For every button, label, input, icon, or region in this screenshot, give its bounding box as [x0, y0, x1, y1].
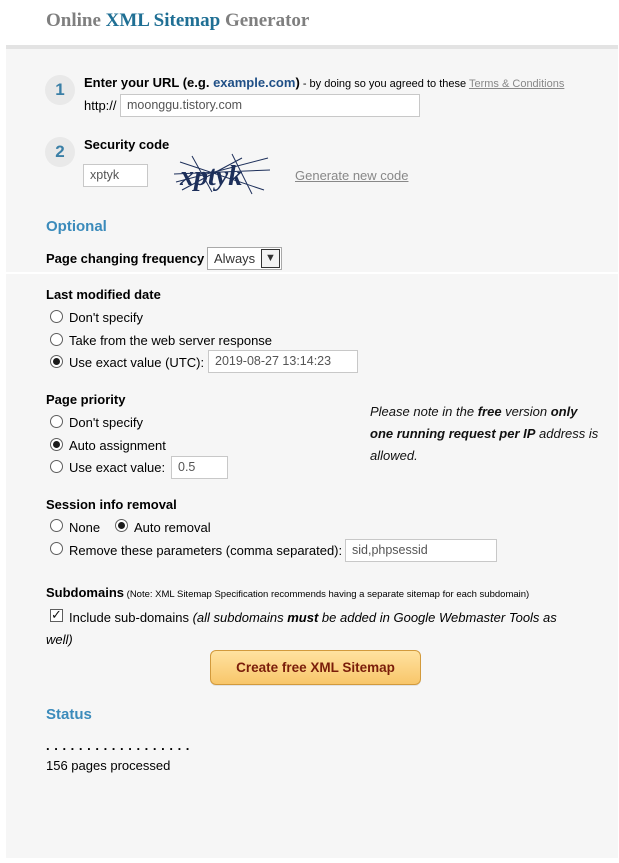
- session-remove-label: Remove these parameters (comma separated…: [69, 543, 343, 558]
- frequency-value: Always: [214, 251, 256, 266]
- url-input[interactable]: moonggu.tistory.com: [120, 94, 420, 117]
- session-none-label: None: [69, 520, 101, 535]
- security-code-input[interactable]: xptyk: [83, 164, 148, 187]
- title-part-2: Generator: [220, 10, 310, 31]
- note-text: version: [501, 404, 551, 419]
- page-title: Online XML Sitemap Generator: [46, 10, 309, 32]
- lastmod-option-label: Take from the web server response: [69, 333, 273, 348]
- lastmod-option-label: Don't specify: [69, 310, 144, 325]
- terms-link[interactable]: Terms & Conditions: [469, 78, 564, 90]
- subdomains-hint-bold: must: [287, 610, 319, 625]
- agree-text: - by doing so you agreed to these: [299, 78, 469, 90]
- session-auto-radio[interactable]: [115, 519, 128, 532]
- priority-heading: Page priority: [46, 392, 126, 407]
- status-processed-text: 156 pages processed: [46, 758, 171, 773]
- session-params-input[interactable]: sid,phpsessid: [345, 539, 497, 562]
- title-accent: XML Sitemap: [105, 10, 221, 31]
- lastmod-exact-value-radio[interactable]: [50, 355, 63, 368]
- url-example: example.com: [213, 75, 296, 90]
- free-version-note: Please note in the free version only one…: [370, 401, 600, 467]
- session-heading: Session info removal: [46, 497, 177, 512]
- captcha-image: xptyk: [173, 153, 271, 195]
- session-none-radio[interactable]: [50, 519, 63, 532]
- note-text: Please note in the: [370, 404, 478, 419]
- include-subdomains-text: Include sub-domains: [69, 610, 193, 625]
- lastmod-dont-specify-radio[interactable]: [50, 310, 63, 323]
- subdomains-title: Subdomains: [46, 585, 125, 600]
- priority-option-label: Don't specify: [69, 415, 144, 430]
- create-sitemap-button[interactable]: Create free XML Sitemap: [210, 650, 421, 685]
- status-heading: Status: [46, 706, 92, 723]
- generate-new-code-link[interactable]: Generate new code: [295, 168, 408, 183]
- url-prefix: http://: [84, 98, 117, 113]
- priority-dont-specify-radio[interactable]: [50, 415, 63, 428]
- title-part-1: Online: [46, 10, 106, 31]
- subdomains-hint: (all subdomains: [192, 610, 288, 625]
- priority-auto-radio[interactable]: [50, 438, 63, 451]
- priority-exact-radio[interactable]: [50, 460, 63, 473]
- include-subdomains-label: Include sub-domains (all subdomains must…: [46, 607, 576, 651]
- panel-divider: [6, 272, 618, 274]
- session-auto-label: Auto removal: [134, 520, 211, 535]
- session-remove-radio[interactable]: [50, 542, 63, 555]
- frequency-label: Page changing frequency: [46, 251, 205, 266]
- status-progress-dots: . . . . . . . . . . . . . . . . . .: [46, 738, 190, 753]
- optional-heading: Optional: [46, 218, 107, 235]
- lastmod-option-label: Use exact value (UTC):: [69, 355, 205, 370]
- priority-exact-input[interactable]: 0.5: [171, 456, 228, 479]
- subdomains-note: (Note: XML Sitemap Specification recomme…: [124, 589, 530, 600]
- url-label: Enter your URL (e.g. example.com) - by d…: [84, 75, 564, 90]
- step-1-badge: 1: [45, 75, 75, 105]
- priority-option-label: Auto assignment: [69, 438, 166, 453]
- subdomains-heading: Subdomains (Note: XML Sitemap Specificat…: [46, 585, 529, 600]
- step-2-badge: 2: [45, 137, 75, 167]
- captcha-text: xptyk: [179, 161, 242, 192]
- url-label-text: Enter your URL (e.g.: [84, 75, 214, 90]
- lastmod-exact-input[interactable]: 2019-08-27 13:14:23: [208, 350, 358, 373]
- lastmod-server-response-radio[interactable]: [50, 333, 63, 346]
- last-modified-heading: Last modified date: [46, 287, 161, 302]
- chevron-down-icon: ▼: [261, 249, 280, 268]
- note-free: free: [477, 404, 502, 419]
- security-code-label: Security code: [84, 137, 170, 152]
- priority-option-label: Use exact value:: [69, 460, 166, 475]
- frequency-select[interactable]: Always ▼: [207, 247, 282, 270]
